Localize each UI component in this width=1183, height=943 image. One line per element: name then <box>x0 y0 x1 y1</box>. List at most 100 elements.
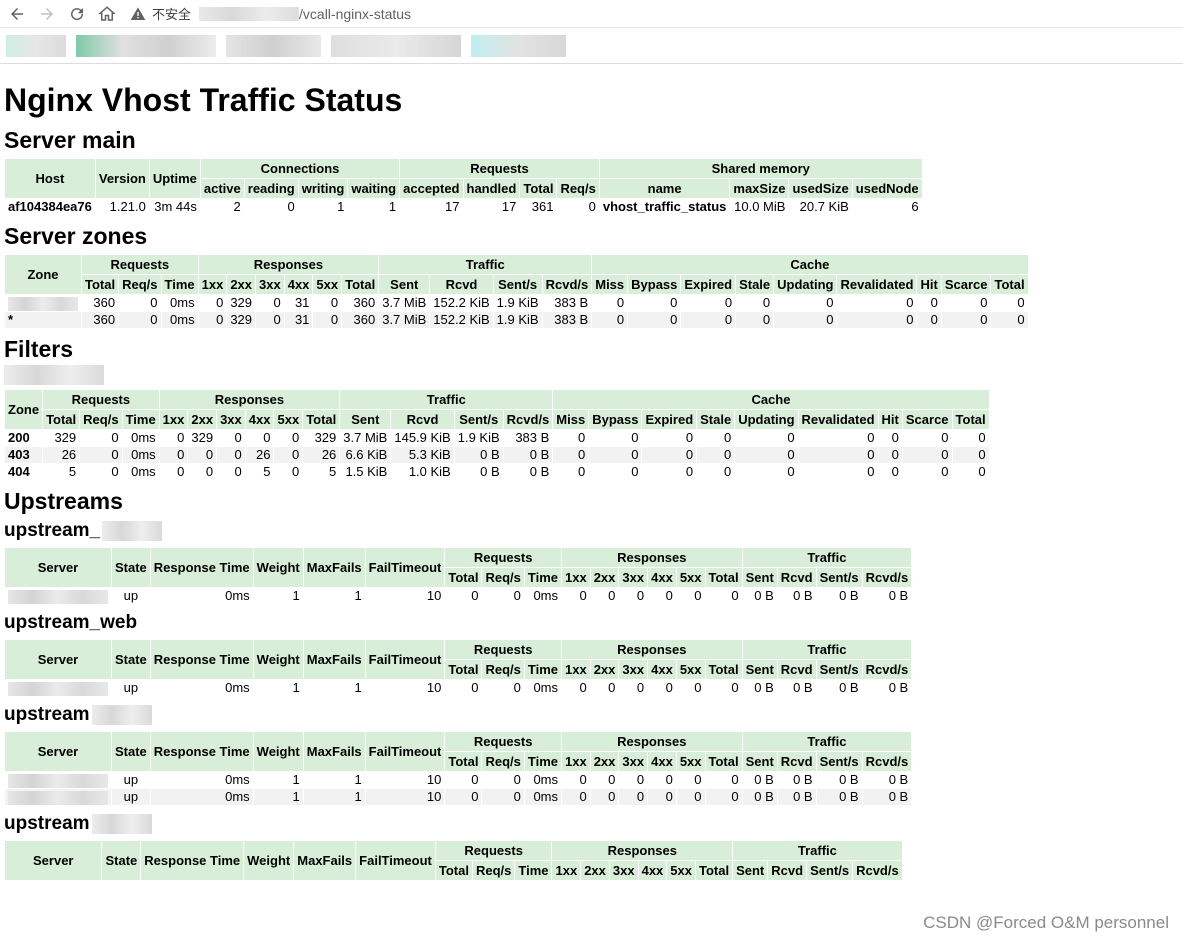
cell-scarce: 0 <box>901 429 953 447</box>
watermark: CSDN @Forced O&M personnel <box>923 913 1169 932</box>
cell-accepted: 17 <box>399 198 464 216</box>
cell-r4xx: 0 <box>647 788 677 806</box>
th-max-size: maxSize <box>729 178 790 199</box>
cell-zone <box>4 294 82 312</box>
cell-rcvd: 5.3 KiB <box>390 446 455 464</box>
cell-sent-s: 0 B <box>453 446 504 464</box>
cell-r2xx: 0 <box>589 788 620 806</box>
cell-time: 0ms <box>523 679 563 697</box>
cell-stale: 0 <box>735 311 775 329</box>
cell-time: 0ms <box>160 294 199 312</box>
cell-reading: 0 <box>243 198 299 216</box>
th-handled: handled <box>462 178 521 199</box>
th-sent: Sent <box>741 567 778 588</box>
redacted-server <box>8 589 108 604</box>
cell-writing: 1 <box>297 198 349 216</box>
th-total: Total <box>704 567 743 588</box>
cell-version: 1.21.0 <box>94 198 150 216</box>
cell-weight: 1 <box>252 771 304 789</box>
upstream-group-name: upstream_ <box>4 520 101 541</box>
th-r5xx: 5xx <box>312 274 343 295</box>
bookmark-item[interactable] <box>226 34 321 57</box>
cell-total: 360 <box>80 294 120 312</box>
cell-miss: 0 <box>552 463 590 481</box>
cell-scarce: 0 <box>901 446 953 464</box>
th-traffic: Traffic <box>378 254 593 275</box>
bookmark-item[interactable] <box>471 34 566 57</box>
cell-r-total: 0 <box>704 679 743 697</box>
th-sent: Sent <box>741 751 778 772</box>
server-main-heading: Server main <box>4 127 136 153</box>
bookmark-item[interactable] <box>331 34 461 57</box>
table-row: 360 0 0ms 0 329 0 31 0 360 3.7 MiB 152.2 KiB 1.9 Ki… <box>4 294 1029 312</box>
forward-button[interactable] <box>34 1 60 27</box>
th-r3xx: 3xx <box>618 751 649 772</box>
cell-hit: 0 <box>916 294 942 312</box>
cell-server <box>4 788 112 806</box>
cell-req-s: 0 <box>79 446 123 464</box>
cell-hit: 0 <box>877 446 903 464</box>
upstream-group-name: upstream_web <box>4 612 138 633</box>
th-max-fails: MaxFails <box>302 547 366 588</box>
cell-rcvd-s: 0 B <box>502 463 554 481</box>
th-r1xx: 1xx <box>197 274 228 295</box>
th-sent-s: Sent/s <box>815 567 863 588</box>
th-total: Total <box>694 860 734 881</box>
th-accepted: accepted <box>399 178 464 199</box>
th-traffic: Traffic <box>741 639 913 660</box>
cell-bypass: 0 <box>627 294 682 312</box>
cell-sent-s: 0 B <box>453 463 504 481</box>
bookmark-item[interactable] <box>6 34 66 57</box>
cell-r1xx: 0 <box>197 311 228 329</box>
cell-revalidated: 0 <box>836 311 918 329</box>
th-max-fails: MaxFails <box>293 840 357 881</box>
th-rcvd: Rcvd <box>429 274 494 295</box>
cell-sent-s: 0 B <box>815 788 863 806</box>
cell-r4xx: 0 <box>647 679 677 697</box>
home-button[interactable] <box>94 1 120 27</box>
cell-r3xx: 0 <box>618 679 649 697</box>
page-content: Nginx Vhost Traffic Status Server main H… <box>3 66 1183 887</box>
th-fail-timeout: FailTimeout <box>364 639 446 680</box>
th-req-s: Req/s <box>481 659 525 680</box>
redacted-host <box>199 6 300 21</box>
cell-fail-timeout: 10 <box>364 771 446 789</box>
cell-sent: 3.7 MiB <box>378 294 431 312</box>
redacted-upstream-suffix <box>102 520 163 541</box>
back-button[interactable] <box>4 1 30 27</box>
cell-weight: 1 <box>252 587 304 605</box>
cell-used-node: 6 <box>851 198 923 216</box>
cell-max-fails: 1 <box>302 788 366 806</box>
th-rcvd-s: Rcvd/s <box>541 274 593 295</box>
th-r1xx: 1xx <box>551 860 582 881</box>
cell-r-total: 0 <box>704 771 743 789</box>
th-updating: Updating <box>773 274 838 295</box>
cell-scarce: 0 <box>901 463 953 481</box>
address-bar[interactable]: 不安全 /vcall-nginx-status <box>130 0 1183 27</box>
bookmark-item[interactable] <box>76 34 216 57</box>
th-r2xx: 2xx <box>589 751 620 772</box>
cell-updating: 0 <box>773 311 838 329</box>
cell-r2xx: 329 <box>226 294 257 312</box>
cell-sent: 0 B <box>741 587 778 605</box>
th-writing: writing <box>297 178 349 199</box>
th-miss: Miss <box>552 409 590 430</box>
cell-rcvd: 0 B <box>776 771 817 789</box>
th-r3xx: 3xx <box>608 860 639 881</box>
reload-button[interactable] <box>64 1 90 27</box>
cell-sent-s: 1.9 KiB <box>453 429 504 447</box>
th-rcvd: Rcvd <box>776 659 817 680</box>
th-r1xx: 1xx <box>158 409 189 430</box>
th-r5xx: 5xx <box>675 659 706 680</box>
th-r3xx: 3xx <box>618 659 649 680</box>
th-req-s: Req/s <box>79 409 123 430</box>
th-bypass: Bypass <box>588 409 643 430</box>
cell-r3xx: 0 <box>216 429 246 447</box>
warning-icon <box>130 6 146 20</box>
cell-r1xx: 0 <box>158 463 189 481</box>
th-requests: Requests <box>434 840 553 861</box>
table-row: up 0ms 1 1 10 0 0 0ms 0 0 0 0 0 0 0 B0 B0 B0 B <box>4 587 913 605</box>
cell-c-total: 0 <box>951 429 990 447</box>
th-r4xx: 4xx <box>637 860 668 881</box>
th-rcvd-s: Rcvd/s <box>861 751 913 772</box>
